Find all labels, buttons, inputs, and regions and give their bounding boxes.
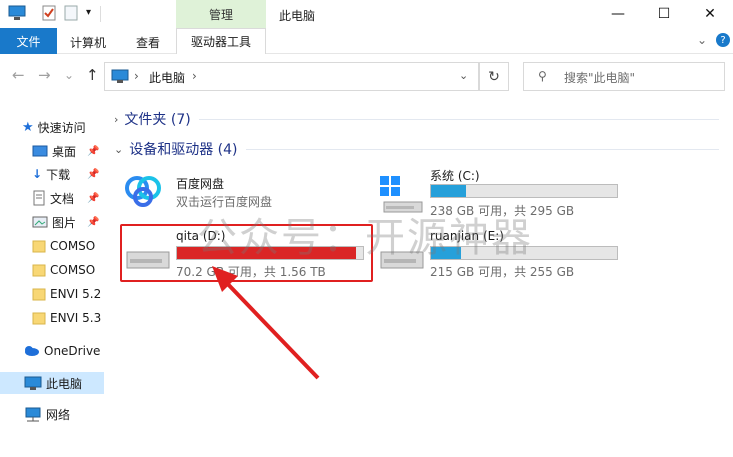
- folder-icon: [32, 312, 46, 325]
- up-button[interactable]: ↑: [86, 66, 99, 84]
- pin-icon[interactable]: 📌: [87, 217, 99, 228]
- search-input[interactable]: ⚲ 搜索"此电脑": [523, 62, 725, 91]
- window-title: 此电脑: [279, 9, 316, 23]
- sidebar-item-this-pc[interactable]: 此电脑: [0, 372, 104, 394]
- tab-file[interactable]: 文件: [0, 28, 57, 54]
- search-icon: ⚲: [538, 69, 547, 83]
- annotation-arrow-icon: [212, 266, 320, 380]
- computer-icon: [24, 376, 42, 390]
- titlebar-divider: [100, 6, 101, 22]
- address-bar[interactable]: › 此电脑 › ⌄: [104, 62, 479, 91]
- refresh-icon: ↻: [488, 68, 500, 85]
- sidebar-item-label: 网络: [46, 407, 71, 422]
- drive-name: 百度网盘: [176, 177, 225, 191]
- title-bar: ▾ 管理 此电脑 — ☐ ✕: [0, 0, 733, 28]
- computer-icon: [111, 69, 129, 87]
- properties-icon[interactable]: [42, 5, 56, 24]
- tab-drive-tools[interactable]: 驱动器工具: [176, 28, 266, 54]
- sidebar-item-label: ENVI 5.3: [50, 311, 102, 325]
- star-icon: ★: [22, 119, 34, 135]
- watermark: 公众号：开源神器: [197, 215, 533, 261]
- forward-button[interactable]: →: [38, 66, 51, 84]
- navigation-pane: ★ 快速访问 桌面 📌 ↓ 下载 📌 文档 📌 图片 📌 COMSO COMSO…: [0, 100, 104, 457]
- group-header-devices[interactable]: ⌄ 设备和驱动器 (4): [114, 139, 238, 159]
- tab-view[interactable]: 查看: [136, 34, 160, 51]
- sidebar-item-label: ENVI 5.2: [50, 287, 102, 301]
- sidebar-item-label: 快速访问: [37, 120, 86, 135]
- computer-icon[interactable]: [8, 5, 26, 24]
- drive-usage-fill: [431, 185, 467, 197]
- drive-name: 系统 (C:): [430, 169, 480, 183]
- sidebar-item-label: 图片: [52, 215, 77, 230]
- desktop-icon: [32, 145, 48, 157]
- document-icon: [33, 190, 45, 206]
- sidebar-item-label: COMSO: [50, 263, 96, 277]
- network-icon: [25, 407, 41, 421]
- search-placeholder: 搜索"此电脑": [564, 71, 636, 85]
- tab-computer[interactable]: 计算机: [70, 34, 106, 51]
- baidu-netdisk-icon: [125, 176, 161, 207]
- ribbon-expand-icon[interactable]: ⌄: [697, 33, 707, 47]
- status-bar: [0, 450, 733, 457]
- ribbon-tabs: 文件 计算机 查看 驱动器工具 ⌄ ?: [0, 28, 733, 54]
- chevron-right-icon: ›: [114, 112, 119, 126]
- download-icon: ↓: [32, 167, 43, 181]
- breadcrumb[interactable]: 此电脑: [149, 69, 185, 86]
- sidebar-item-label: 下载: [46, 167, 71, 182]
- sidebar-item-label: COMSO: [50, 239, 96, 253]
- group-title: 设备和驱动器 (4): [129, 142, 238, 158]
- refresh-button[interactable]: ↻: [479, 62, 509, 91]
- group-divider: [246, 149, 719, 150]
- breadcrumb-separator-icon[interactable]: ›: [192, 69, 197, 83]
- back-button[interactable]: ←: [12, 66, 25, 84]
- sidebar-item-label: 此电脑: [46, 376, 83, 391]
- close-button[interactable]: ✕: [687, 0, 733, 28]
- group-title: 文件夹 (7): [124, 112, 191, 128]
- pin-icon[interactable]: 📌: [87, 146, 99, 157]
- new-folder-icon[interactable]: [64, 5, 78, 24]
- folder-icon: [32, 288, 46, 301]
- help-icon[interactable]: ?: [716, 33, 730, 47]
- group-header-folders[interactable]: › 文件夹 (7): [114, 109, 191, 129]
- maximize-button[interactable]: ☐: [641, 0, 687, 28]
- address-dropdown-icon[interactable]: ⌄: [459, 69, 468, 82]
- quick-access-dropdown-icon[interactable]: ▾: [86, 7, 91, 18]
- group-divider: [199, 119, 719, 120]
- tab-manage[interactable]: 管理: [176, 0, 266, 28]
- folder-icon: [32, 264, 46, 277]
- folder-icon: [32, 240, 46, 253]
- cloud-icon: [25, 346, 39, 356]
- drive-info: 215 GB 可用，共 255 GB: [430, 265, 575, 279]
- breadcrumb-separator-icon[interactable]: ›: [134, 69, 139, 83]
- sidebar-item-label: OneDrive: [44, 344, 101, 358]
- recent-locations-button[interactable]: ⌄: [64, 68, 74, 82]
- sidebar-item-label: 文档: [50, 191, 75, 206]
- minimize-button[interactable]: —: [595, 0, 641, 28]
- chevron-down-icon: ⌄: [114, 142, 124, 156]
- pin-icon[interactable]: 📌: [87, 193, 99, 204]
- sidebar-item-label: 桌面: [52, 144, 77, 159]
- pictures-icon: [32, 216, 48, 228]
- pin-icon[interactable]: 📌: [87, 169, 99, 180]
- drive-usage-bar: [430, 184, 618, 198]
